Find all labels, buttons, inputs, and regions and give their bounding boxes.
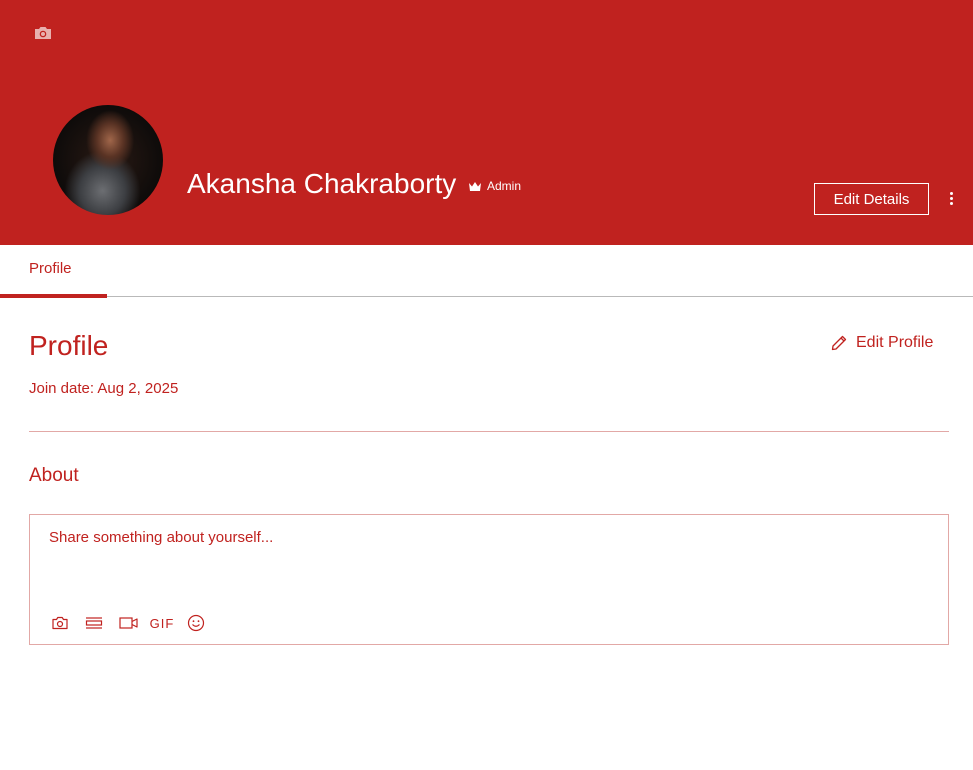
pencil-icon — [831, 335, 847, 351]
video-icon[interactable] — [118, 613, 138, 633]
about-title: About — [29, 465, 79, 486]
about-input[interactable] — [49, 529, 909, 546]
camera-icon[interactable] — [51, 613, 69, 633]
change-cover-camera-icon[interactable] — [33, 24, 53, 42]
admin-badge: Admin — [468, 179, 521, 193]
section-title: Profile — [29, 330, 109, 361]
profile-cover: Akansha Chakraborty Admin Edit Details — [0, 0, 973, 245]
section-divider — [29, 431, 949, 432]
edit-details-button[interactable]: Edit Details — [814, 183, 929, 215]
join-date: Join date: Aug 2, 2025 — [29, 380, 179, 397]
active-tab-indicator — [0, 294, 107, 298]
crown-icon — [469, 181, 481, 191]
admin-badge-label: Admin — [487, 179, 522, 193]
gif-label: GIF — [149, 615, 175, 631]
more-options-icon[interactable] — [944, 190, 958, 210]
tab-profile-label: Profile — [29, 260, 72, 277]
profile-name: Akansha Chakraborty — [187, 168, 457, 199]
emoji-icon[interactable] — [186, 613, 206, 633]
about-composer: GIF — [29, 514, 949, 645]
gif-icon[interactable]: GIF — [149, 613, 175, 633]
edit-profile-button[interactable]: Edit Profile — [830, 334, 933, 352]
tab-profile[interactable]: Profile — [0, 245, 107, 298]
edit-profile-label: Edit Profile — [856, 334, 934, 351]
divider-icon[interactable] — [84, 613, 104, 633]
profile-tabs: Profile — [0, 245, 973, 298]
avatar[interactable] — [53, 105, 163, 215]
